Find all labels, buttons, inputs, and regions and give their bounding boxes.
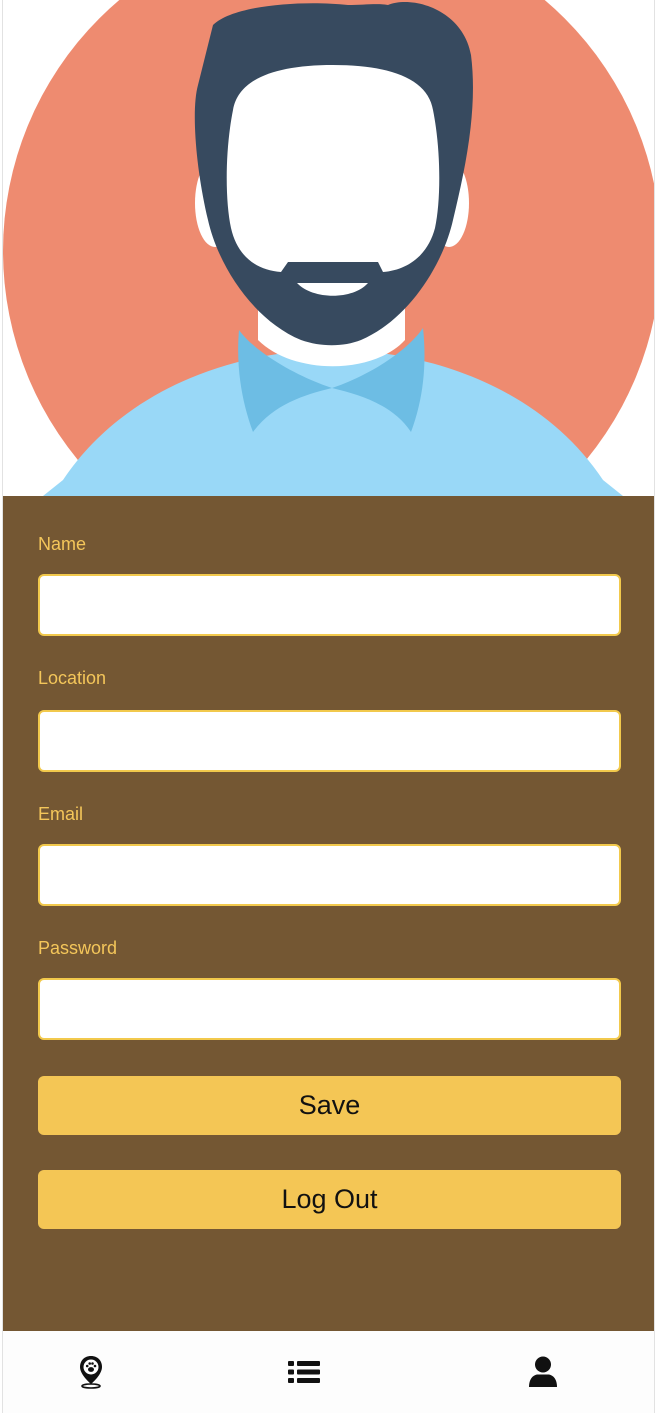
- location-label: Location: [38, 668, 107, 688]
- tab-map[interactable]: [31, 1331, 151, 1413]
- password-label: Password: [38, 938, 118, 958]
- tab-list[interactable]: [244, 1331, 364, 1413]
- tab-profile[interactable]: [483, 1331, 603, 1413]
- bottom-tab-bar: [3, 1331, 654, 1413]
- profile-avatar: [3, 0, 654, 496]
- user-icon: [529, 1356, 557, 1387]
- password-field[interactable]: [38, 978, 621, 1040]
- bearded-man-avatar-icon: [3, 0, 654, 496]
- list-icon: [288, 1361, 320, 1383]
- name-label: Name: [38, 534, 87, 554]
- email-label: Email: [38, 804, 84, 824]
- log-out-button[interactable]: Log Out: [38, 1170, 621, 1229]
- app-screen: Name Location Email Password Save Log Ou…: [2, 0, 655, 1413]
- location-field[interactable]: [38, 710, 621, 772]
- save-button[interactable]: Save: [38, 1076, 621, 1135]
- email-field[interactable]: [38, 844, 621, 906]
- map-pin-paw-icon: [80, 1356, 102, 1389]
- profile-form: Name Location Email Password Save Log Ou…: [3, 496, 654, 1331]
- name-field[interactable]: [38, 574, 621, 636]
